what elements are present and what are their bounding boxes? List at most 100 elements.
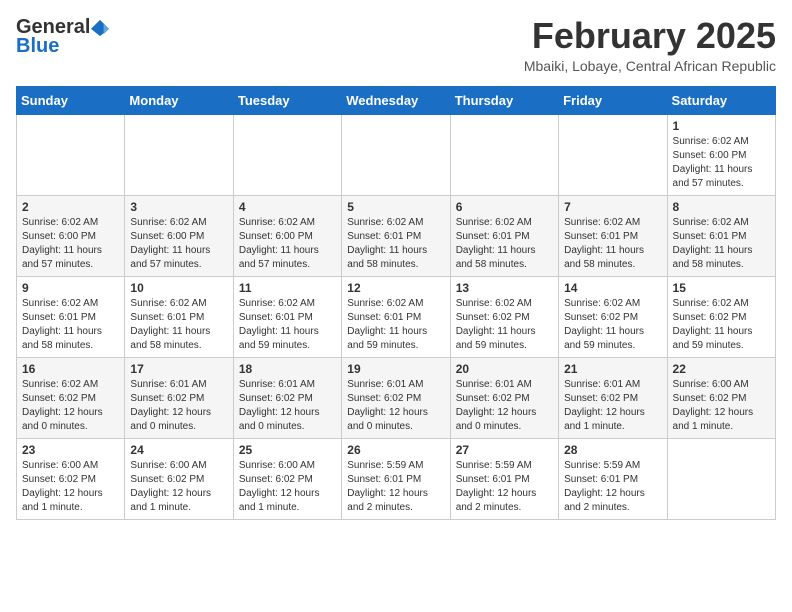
day-number: 8: [673, 200, 770, 214]
calendar-day-cell: 15 Sunrise: 6:02 AM Sunset: 6:02 PM Dayli…: [667, 276, 775, 357]
day-number: 3: [130, 200, 227, 214]
day-number: 4: [239, 200, 336, 214]
calendar-day-cell: [667, 438, 775, 519]
day-info: Sunrise: 6:00 AM Sunset: 6:02 PM Dayligh…: [673, 378, 770, 434]
calendar-table: SundayMondayTuesdayWednesdayThursdayFrid…: [16, 86, 776, 520]
day-number: 5: [347, 200, 444, 214]
calendar-day-cell: 28Sunrise: 5:59 AM Sunset: 6:01 PM Dayli…: [559, 438, 667, 519]
day-info: Sunrise: 6:01 AM Sunset: 6:02 PM Dayligh…: [130, 378, 227, 434]
day-number: 28: [564, 443, 661, 457]
day-info: Sunrise: 6:02 AM Sunset: 6:01 PM Dayligh…: [130, 297, 227, 353]
title-block: February 2025 Mbaiki, Lobaye, Central Af…: [524, 16, 776, 74]
calendar-week-2: 2 Sunrise: 6:02 AM Sunset: 6:00 PM Daylig…: [17, 195, 776, 276]
day-number: 12: [347, 281, 444, 295]
day-info: Sunrise: 5:59 AM Sunset: 6:01 PM Dayligh…: [347, 459, 444, 515]
calendar-week-3: 9 Sunrise: 6:02 AM Sunset: 6:01 PM Daylig…: [17, 276, 776, 357]
weekday-header-row: SundayMondayTuesdayWednesdayThursdayFrid…: [17, 86, 776, 114]
day-number: 25: [239, 443, 336, 457]
calendar-day-cell: 25 Sunrise: 6:00 AM Sunset: 6:02 PM Dayli…: [233, 438, 341, 519]
weekday-header-tuesday: Tuesday: [233, 86, 341, 114]
calendar-day-cell: 13 Sunrise: 6:02 AM Sunset: 6:02 PM Dayli…: [450, 276, 558, 357]
day-info: Sunrise: 6:01 AM Sunset: 6:02 PM Dayligh…: [347, 378, 444, 434]
calendar-day-cell: [559, 114, 667, 195]
day-info: Sunrise: 6:02 AM Sunset: 6:00 PM Dayligh…: [130, 216, 227, 272]
day-info: Sunrise: 6:02 AM Sunset: 6:00 PM Dayligh…: [239, 216, 336, 272]
calendar-day-cell: [233, 114, 341, 195]
calendar-day-cell: 19 Sunrise: 6:01 AM Sunset: 6:02 PM Dayli…: [342, 357, 450, 438]
day-info: Sunrise: 6:02 AM Sunset: 6:02 PM Dayligh…: [673, 297, 770, 353]
calendar-day-cell: 4 Sunrise: 6:02 AM Sunset: 6:00 PM Daylig…: [233, 195, 341, 276]
calendar-day-cell: 9 Sunrise: 6:02 AM Sunset: 6:01 PM Daylig…: [17, 276, 125, 357]
day-info: Sunrise: 6:02 AM Sunset: 6:02 PM Dayligh…: [22, 378, 119, 434]
calendar-day-cell: 24 Sunrise: 6:00 AM Sunset: 6:02 PM Dayli…: [125, 438, 233, 519]
day-number: 13: [456, 281, 553, 295]
day-number: 6: [456, 200, 553, 214]
day-info: Sunrise: 6:02 AM Sunset: 6:01 PM Dayligh…: [239, 297, 336, 353]
weekday-header-wednesday: Wednesday: [342, 86, 450, 114]
day-info: Sunrise: 6:00 AM Sunset: 6:02 PM Dayligh…: [239, 459, 336, 515]
day-info: Sunrise: 6:01 AM Sunset: 6:02 PM Dayligh…: [456, 378, 553, 434]
calendar-week-4: 16 Sunrise: 6:02 AM Sunset: 6:02 PM Dayli…: [17, 357, 776, 438]
calendar-day-cell: 22Sunrise: 6:00 AM Sunset: 6:02 PM Dayli…: [667, 357, 775, 438]
calendar-day-cell: 12 Sunrise: 6:02 AM Sunset: 6:01 PM Dayli…: [342, 276, 450, 357]
day-info: Sunrise: 6:00 AM Sunset: 6:02 PM Dayligh…: [130, 459, 227, 515]
calendar-day-cell: 17Sunrise: 6:01 AM Sunset: 6:02 PM Dayli…: [125, 357, 233, 438]
calendar-day-cell: [450, 114, 558, 195]
calendar-week-1: 1 Sunrise: 6:02 AM Sunset: 6:00 PM Daylig…: [17, 114, 776, 195]
day-info: Sunrise: 6:02 AM Sunset: 6:01 PM Dayligh…: [22, 297, 119, 353]
calendar-day-cell: 27 Sunrise: 5:59 AM Sunset: 6:01 PM Dayli…: [450, 438, 558, 519]
logo: General Blue: [16, 16, 109, 58]
calendar-week-5: 23 Sunrise: 6:00 AM Sunset: 6:02 PM Dayli…: [17, 438, 776, 519]
calendar-day-cell: 16 Sunrise: 6:02 AM Sunset: 6:02 PM Dayli…: [17, 357, 125, 438]
day-info: Sunrise: 6:02 AM Sunset: 6:01 PM Dayligh…: [347, 297, 444, 353]
weekday-header-friday: Friday: [559, 86, 667, 114]
day-number: 15: [673, 281, 770, 295]
day-info: Sunrise: 6:02 AM Sunset: 6:01 PM Dayligh…: [564, 216, 661, 272]
weekday-header-monday: Monday: [125, 86, 233, 114]
calendar-day-cell: [125, 114, 233, 195]
weekday-header-sunday: Sunday: [17, 86, 125, 114]
page-header: General Blue February 2025 Mbaiki, Lobay…: [16, 16, 776, 74]
day-number: 2: [22, 200, 119, 214]
day-number: 23: [22, 443, 119, 457]
day-info: Sunrise: 6:02 AM Sunset: 6:02 PM Dayligh…: [564, 297, 661, 353]
day-number: 11: [239, 281, 336, 295]
calendar-day-cell: [342, 114, 450, 195]
day-number: 9: [22, 281, 119, 295]
day-number: 16: [22, 362, 119, 376]
day-info: Sunrise: 6:02 AM Sunset: 6:00 PM Dayligh…: [22, 216, 119, 272]
calendar-day-cell: 3 Sunrise: 6:02 AM Sunset: 6:00 PM Daylig…: [125, 195, 233, 276]
day-info: Sunrise: 6:01 AM Sunset: 6:02 PM Dayligh…: [239, 378, 336, 434]
day-number: 1: [673, 119, 770, 133]
day-number: 10: [130, 281, 227, 295]
location-subtitle: Mbaiki, Lobaye, Central African Republic: [524, 58, 776, 74]
day-number: 24: [130, 443, 227, 457]
calendar-day-cell: 14Sunrise: 6:02 AM Sunset: 6:02 PM Dayli…: [559, 276, 667, 357]
day-info: Sunrise: 6:01 AM Sunset: 6:02 PM Dayligh…: [564, 378, 661, 434]
logo-blue: Blue: [16, 35, 59, 58]
calendar-day-cell: 2 Sunrise: 6:02 AM Sunset: 6:00 PM Daylig…: [17, 195, 125, 276]
weekday-header-thursday: Thursday: [450, 86, 558, 114]
calendar-day-cell: 11 Sunrise: 6:02 AM Sunset: 6:01 PM Dayli…: [233, 276, 341, 357]
day-info: Sunrise: 6:02 AM Sunset: 6:01 PM Dayligh…: [673, 216, 770, 272]
day-number: 7: [564, 200, 661, 214]
day-number: 20: [456, 362, 553, 376]
calendar-day-cell: 20 Sunrise: 6:01 AM Sunset: 6:02 PM Dayli…: [450, 357, 558, 438]
day-info: Sunrise: 6:00 AM Sunset: 6:02 PM Dayligh…: [22, 459, 119, 515]
logo-icon: [91, 19, 109, 37]
day-info: Sunrise: 6:02 AM Sunset: 6:00 PM Dayligh…: [673, 135, 770, 191]
day-info: Sunrise: 6:02 AM Sunset: 6:01 PM Dayligh…: [347, 216, 444, 272]
calendar-day-cell: 21Sunrise: 6:01 AM Sunset: 6:02 PM Dayli…: [559, 357, 667, 438]
calendar-day-cell: 23 Sunrise: 6:00 AM Sunset: 6:02 PM Dayli…: [17, 438, 125, 519]
day-info: Sunrise: 5:59 AM Sunset: 6:01 PM Dayligh…: [456, 459, 553, 515]
day-number: 27: [456, 443, 553, 457]
day-info: Sunrise: 6:02 AM Sunset: 6:02 PM Dayligh…: [456, 297, 553, 353]
calendar-day-cell: 6 Sunrise: 6:02 AM Sunset: 6:01 PM Daylig…: [450, 195, 558, 276]
calendar-day-cell: 10 Sunrise: 6:02 AM Sunset: 6:01 PM Dayli…: [125, 276, 233, 357]
day-number: 19: [347, 362, 444, 376]
calendar-day-cell: 8 Sunrise: 6:02 AM Sunset: 6:01 PM Daylig…: [667, 195, 775, 276]
calendar-day-cell: 1 Sunrise: 6:02 AM Sunset: 6:00 PM Daylig…: [667, 114, 775, 195]
day-info: Sunrise: 6:02 AM Sunset: 6:01 PM Dayligh…: [456, 216, 553, 272]
calendar-day-cell: 7 Sunrise: 6:02 AM Sunset: 6:01 PM Daylig…: [559, 195, 667, 276]
calendar-day-cell: 18Sunrise: 6:01 AM Sunset: 6:02 PM Dayli…: [233, 357, 341, 438]
